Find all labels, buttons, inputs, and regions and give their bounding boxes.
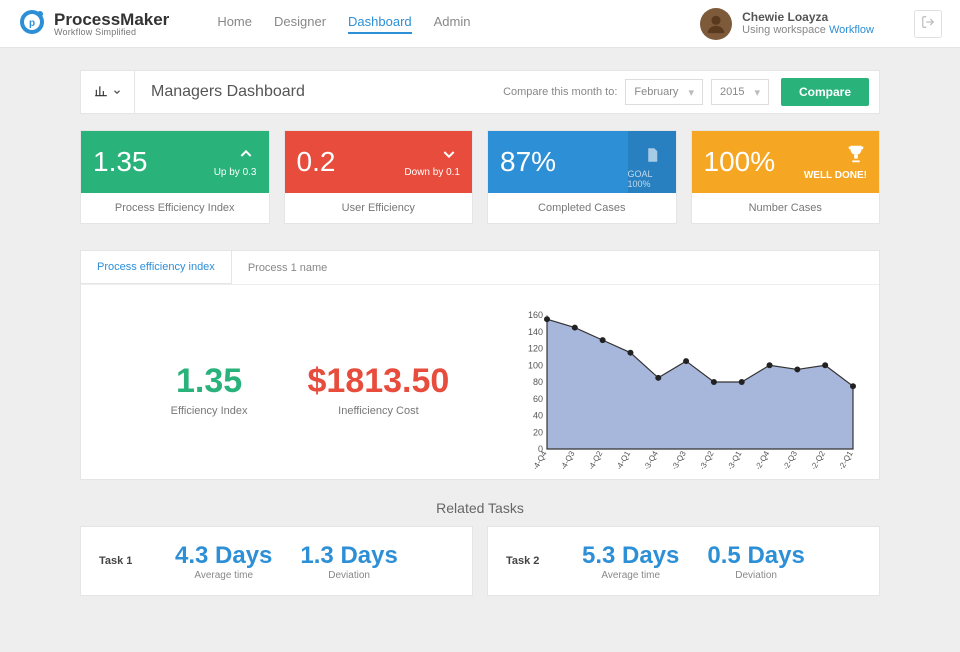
related-tasks-heading: Related Tasks [80,500,880,516]
svg-text:160: 160 [528,310,543,320]
compare-year-select[interactable]: 2015 ▾ [711,79,769,105]
goal-badge: GOAL 100% [628,131,676,193]
logout-icon [921,15,935,32]
stat-efficiency-index: 1.35 Efficiency Index [171,362,248,417]
task-deviation: 1.3 DaysDeviation [300,542,397,581]
svg-text:p: p [29,18,35,29]
page-title: Managers Dashboard [135,83,493,101]
svg-text:-3-Q3: -3-Q3 [670,449,688,469]
svg-text:-2-Q2: -2-Q2 [809,449,827,469]
kpi-cards: 1.35 Up by 0.3 Process Efficiency Index … [80,130,880,224]
kpi-card-number-cases[interactable]: 100% WELL DONE! Number Cases [691,130,881,224]
kpi-card-process-efficiency[interactable]: 1.35 Up by 0.3 Process Efficiency Index [80,130,270,224]
svg-text:60: 60 [533,394,543,404]
svg-text:-4-Q3: -4-Q3 [559,449,577,469]
svg-text:-2-Q1: -2-Q1 [837,449,855,469]
kpi-label: Completed Cases [488,193,676,223]
svg-text:-4-Q1: -4-Q1 [614,449,632,469]
trophy-icon [845,153,867,168]
user-menu[interactable]: Chewie Loayza Using workspace Workflow [700,8,874,40]
svg-text:120: 120 [528,344,543,354]
brand-logo-icon: p [18,8,46,39]
svg-text:-4-Q4: -4-Q4 [531,449,549,469]
compare-label: Compare this month to: [503,86,617,98]
kpi-label: Number Cases [692,193,880,223]
logout-button[interactable] [914,10,942,38]
compare-controls: Compare this month to: February ▾ 2015 ▾… [493,78,879,106]
efficiency-chart: 020406080100120140160-4-Q4-4-Q3-4-Q2-4-Q… [519,309,859,469]
breadcrumb-current: Process 1 name [232,251,343,284]
brand-tagline: Workflow Simplified [54,28,169,37]
chevron-down-icon [112,85,122,100]
detail-panel: Process efficiency index Process 1 name … [80,250,880,480]
svg-text:40: 40 [533,411,543,421]
svg-text:-2-Q3: -2-Q3 [781,449,799,469]
task-card[interactable]: Task 2 5.3 DaysAverage time 0.5 DaysDevi… [487,526,880,596]
svg-text:20: 20 [533,427,543,437]
compare-button[interactable]: Compare [781,78,869,106]
task-average: 4.3 DaysAverage time [175,542,272,581]
chevron-down-icon: ▾ [688,86,694,99]
kpi-card-user-efficiency[interactable]: 0.2 Down by 0.1 User Efficiency [284,130,474,224]
bar-chart-icon [94,84,108,101]
chevron-down-icon [438,150,460,165]
task-average: 5.3 DaysAverage time [582,542,679,581]
svg-text:100: 100 [528,360,543,370]
nav-admin[interactable]: Admin [434,14,471,34]
detail-stats: 1.35 Efficiency Index $1813.50 Inefficie… [101,309,519,469]
title-bar: Managers Dashboard Compare this month to… [80,70,880,114]
chevron-down-icon: ▾ [754,86,760,99]
user-workspace: Using workspace Workflow [742,24,874,36]
svg-text:-3-Q1: -3-Q1 [725,449,743,469]
workspace-link[interactable]: Workflow [829,24,874,36]
nav-designer[interactable]: Designer [274,14,326,34]
document-icon [643,146,661,166]
kpi-card-completed-cases[interactable]: 87% GOAL 100% Completed Cases [487,130,677,224]
breadcrumb: Process efficiency index Process 1 name [81,251,879,285]
breadcrumb-root[interactable]: Process efficiency index [81,251,232,284]
svg-text:140: 140 [528,327,543,337]
avatar [700,8,732,40]
chart-type-switch[interactable] [81,71,135,113]
svg-text:80: 80 [533,377,543,387]
svg-text:-4-Q2: -4-Q2 [586,449,604,469]
brand[interactable]: p ProcessMaker Workflow Simplified [18,8,169,39]
nav-home[interactable]: Home [217,14,252,34]
svg-text:-3-Q2: -3-Q2 [698,449,716,469]
related-tasks: Task 1 4.3 DaysAverage time 1.3 DaysDevi… [80,526,880,596]
kpi-label: Process Efficiency Index [81,193,269,223]
page: Managers Dashboard Compare this month to… [0,48,960,596]
svg-text:-2-Q4: -2-Q4 [753,449,771,469]
topbar: p ProcessMaker Workflow Simplified Home … [0,0,960,48]
kpi-label: User Efficiency [285,193,473,223]
svg-text:-3-Q4: -3-Q4 [642,449,660,469]
user-name: Chewie Loayza [742,11,874,24]
nav-dashboard[interactable]: Dashboard [348,14,412,34]
stat-inefficiency-cost: $1813.50 Inefficiency Cost [308,362,450,417]
compare-month-select[interactable]: February ▾ [625,79,703,105]
chevron-up-icon [235,150,257,165]
task-card[interactable]: Task 1 4.3 DaysAverage time 1.3 DaysDevi… [80,526,473,596]
main-nav: Home Designer Dashboard Admin [217,14,470,34]
task-deviation: 0.5 DaysDeviation [707,542,804,581]
brand-name: ProcessMaker [54,11,169,28]
